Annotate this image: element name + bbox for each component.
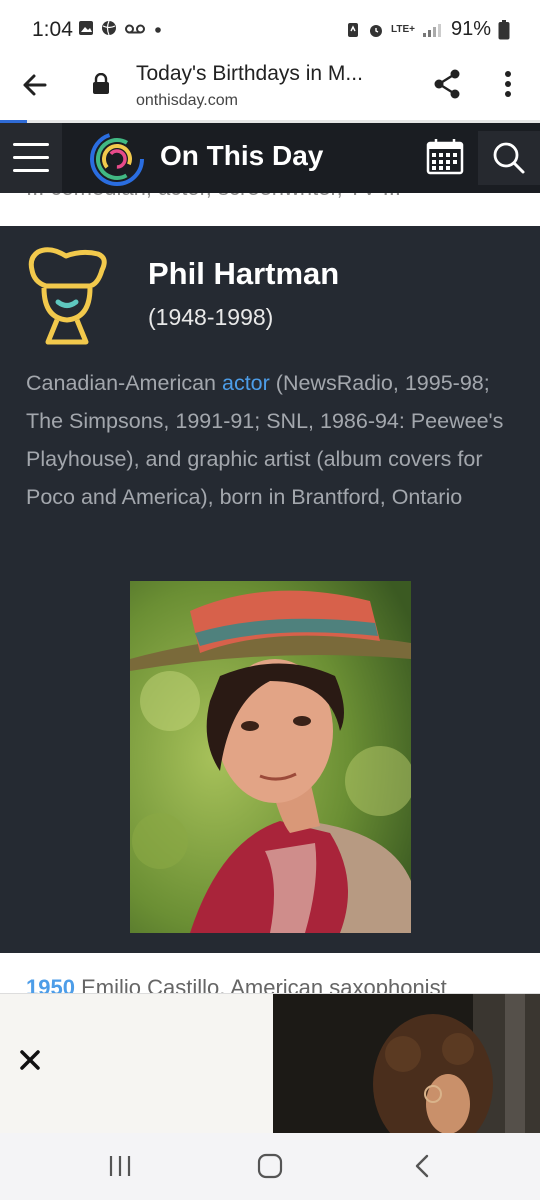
page-title[interactable]: Today's Birthdays in M... (136, 62, 406, 86)
site-name[interactable]: On This Day (160, 140, 323, 172)
browser-toolbar: Today's Birthdays in M... onthisday.com (0, 58, 540, 122)
data-saver-icon (347, 22, 358, 37)
status-time: 1:04 (32, 18, 73, 41)
alarm-icon (369, 24, 382, 37)
page-url[interactable]: onthisday.com (136, 92, 238, 110)
ad-image[interactable] (273, 994, 540, 1134)
hamburger-menu-button[interactable] (0, 123, 62, 193)
system-back-button[interactable] (410, 1153, 436, 1179)
page-content: ... comedian, actor, screenwriter, TV ..… (0, 193, 540, 993)
next-entry-text[interactable]: Emilio Castillo, American saxophonist (81, 975, 447, 993)
hamburger-line (13, 143, 49, 146)
hamburger-line (13, 169, 49, 172)
next-entry-line: 1950 Emilio Castillo, American saxophoni… (26, 975, 447, 993)
signal-icon (422, 23, 441, 37)
person-years: (1948-1998) (148, 304, 274, 330)
back-arrow-button[interactable] (18, 68, 52, 102)
site-header: On This Day (0, 123, 540, 193)
battery-percent: 91% (450, 18, 491, 40)
system-navigation-bar (0, 1133, 540, 1200)
actor-link[interactable]: actor (222, 371, 270, 395)
lock-icon[interactable] (92, 73, 110, 95)
person-avatar-icon (28, 247, 107, 345)
site-logo-icon[interactable] (88, 130, 146, 188)
person-name[interactable]: Phil Hartman (148, 256, 339, 292)
search-icon (493, 142, 525, 174)
status-bar: 1:04 LTE+ 91% (0, 0, 540, 58)
close-icon (20, 1050, 40, 1070)
previous-entry-text: ... comedian, actor, screenwriter, TV ..… (26, 193, 401, 201)
calendar-icon[interactable] (418, 131, 472, 185)
previous-entry-fragment: ... comedian, actor, screenwriter, TV ..… (0, 193, 540, 225)
more-options-button[interactable] (496, 67, 520, 101)
dot-icon (155, 27, 161, 33)
system-icons: LTE+ 91% (345, 18, 510, 41)
notification-icons (78, 20, 163, 36)
search-button[interactable] (478, 131, 540, 185)
share-button[interactable] (430, 67, 464, 101)
person-description: Canadian-American actor (NewsRadio, 1995… (26, 364, 518, 516)
gallery-icon (79, 21, 93, 35)
recent-apps-button[interactable] (105, 1153, 135, 1179)
ad-banner[interactable] (0, 993, 540, 1134)
hamburger-line (13, 156, 49, 159)
description-text: Canadian-American (26, 371, 222, 395)
battery-icon (498, 19, 510, 39)
network-type: LTE+ (390, 24, 415, 35)
next-entry-year[interactable]: 1950 (26, 975, 75, 993)
voicemail-icon (125, 24, 145, 34)
next-entry: 1950 Emilio Castillo, American saxophoni… (0, 955, 540, 993)
person-photo[interactable] (130, 581, 411, 933)
sports-ball-icon (102, 20, 116, 36)
featured-birthday-card: Phil Hartman (1948-1998) Canadian-Americ… (0, 226, 540, 953)
ad-close-button[interactable] (16, 1046, 44, 1074)
home-button[interactable] (256, 1153, 284, 1179)
